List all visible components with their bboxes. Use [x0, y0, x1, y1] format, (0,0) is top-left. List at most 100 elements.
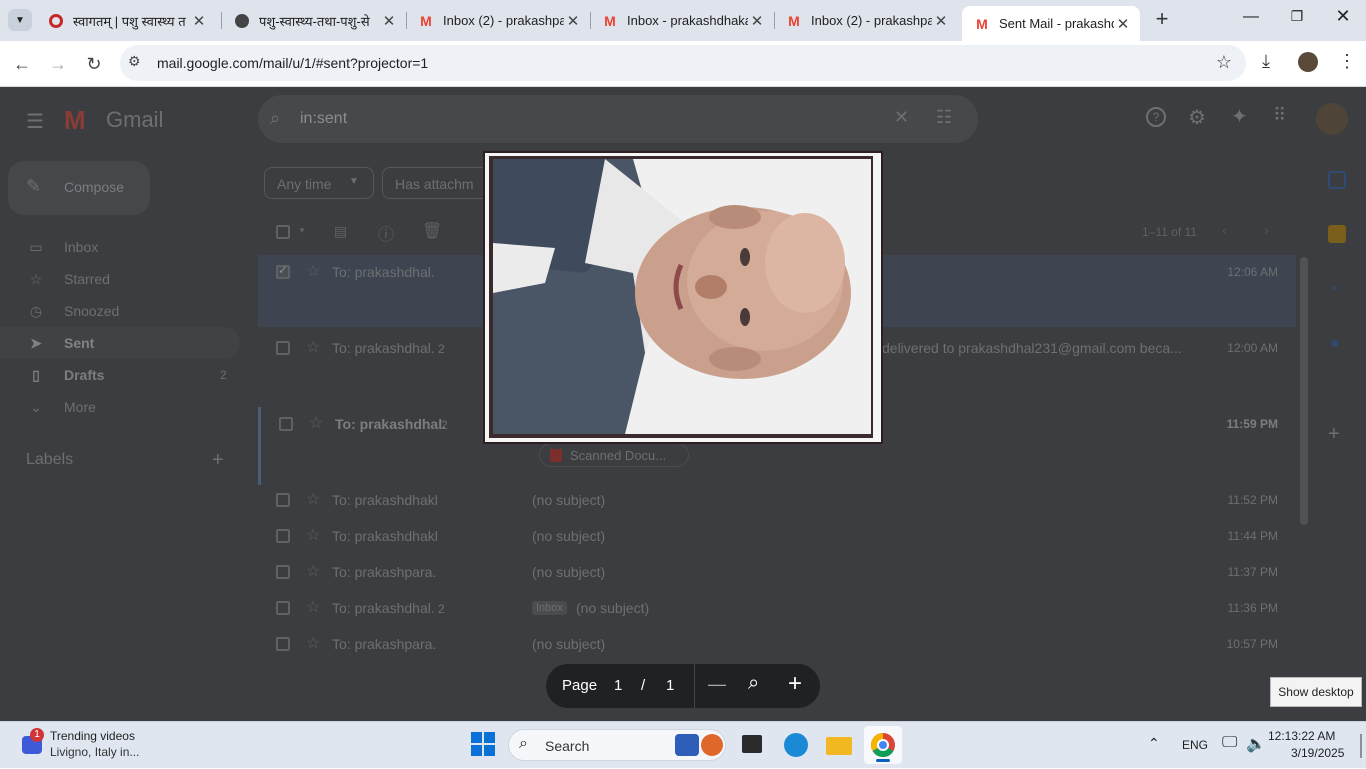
apps-grid-icon[interactable]: ⠿: [1273, 105, 1286, 126]
add-label-icon[interactable]: +: [212, 449, 224, 472]
tab-5[interactable]: M Inbox (2) - prakashpa ✕: [774, 6, 958, 35]
sidebar-item-starred[interactable]: ☆ Starred: [26, 271, 110, 288]
taskbar-search[interactable]: ⌕ Search: [508, 729, 726, 761]
search-input[interactable]: in:sent: [300, 110, 347, 128]
help-icon[interactable]: ?: [1146, 107, 1166, 127]
new-tab-button[interactable]: +: [1150, 8, 1174, 32]
url-text[interactable]: mail.google.com/mail/u/1/#sent?projector…: [157, 55, 428, 71]
row-checkbox[interactable]: [279, 417, 293, 431]
add-addon-icon[interactable]: +: [1328, 423, 1340, 446]
select-all-checkbox[interactable]: [276, 225, 290, 239]
sidebar-item-sent[interactable]: ➤ Sent: [26, 335, 94, 352]
network-icon[interactable]: 🖵: [1222, 734, 1237, 752]
sidebar-item-drafts[interactable]: ▯ Drafts: [26, 367, 104, 384]
row-checkbox[interactable]: [276, 637, 290, 651]
edge-browser-icon[interactable]: [782, 731, 810, 759]
menu-icon[interactable]: ⋮: [1338, 51, 1356, 72]
star-icon[interactable]: ☆: [306, 597, 320, 617]
star-icon[interactable]: ☆: [306, 337, 320, 357]
attachment-preview[interactable]: [483, 151, 883, 444]
tab-6-active[interactable]: M Sent Mail - prakashdh ✕: [962, 6, 1140, 41]
close-icon[interactable]: ✕: [564, 12, 582, 30]
close-window-button[interactable]: ✕: [1328, 6, 1358, 30]
tasks-icon[interactable]: ◔: [1328, 281, 1338, 299]
search-icon[interactable]: ⌕: [270, 108, 280, 129]
delete-icon[interactable]: 🗑: [422, 221, 442, 241]
windows-start-icon[interactable]: [470, 731, 498, 759]
clock-date[interactable]: 3/19/2025: [1291, 746, 1344, 760]
chrome-icon[interactable]: [864, 726, 902, 764]
profile-avatar[interactable]: [1298, 52, 1318, 72]
row-checkbox[interactable]: [276, 341, 290, 355]
reload-button[interactable]: ↻: [80, 50, 108, 78]
site-info-icon[interactable]: ⚙: [128, 53, 141, 70]
row-checkbox[interactable]: [276, 493, 290, 507]
restore-button[interactable]: ❐: [1282, 8, 1312, 32]
minimize-button[interactable]: —: [1236, 8, 1266, 32]
close-icon[interactable]: ✕: [748, 12, 766, 30]
prev-page-icon[interactable]: ‹: [1222, 222, 1227, 238]
star-icon[interactable]: ☆: [306, 525, 320, 545]
volume-icon[interactable]: 🔈: [1246, 734, 1266, 754]
archive-icon[interactable]: ▤: [334, 223, 347, 240]
star-icon[interactable]: ☆: [306, 633, 320, 653]
chevron-up-icon[interactable]: ⌃: [1148, 735, 1160, 752]
keep-icon[interactable]: [1328, 225, 1346, 243]
table-row[interactable]: ☆ To: prakashdhakl (no subject) 11:52 PM: [258, 483, 1296, 519]
page-number-input[interactable]: 1: [614, 677, 622, 694]
sidebar-item-snoozed[interactable]: ◷ Snoozed: [26, 303, 119, 320]
star-icon[interactable]: ☆: [306, 561, 320, 581]
close-icon[interactable]: ✕: [190, 12, 208, 30]
download-icon[interactable]: ⤓: [1262, 51, 1270, 72]
calendar-icon[interactable]: [1328, 171, 1346, 189]
row-checkbox[interactable]: [276, 601, 290, 615]
select-dropdown-icon[interactable]: ▼: [298, 226, 306, 235]
star-icon[interactable]: ☆: [306, 489, 320, 509]
table-row[interactable]: ☆ To: prakashpara. (no subject) 10:57 PM: [258, 627, 1296, 663]
has-attachment-filter[interactable]: Has attachm: [382, 167, 492, 199]
language-indicator[interactable]: ENG: [1182, 738, 1208, 752]
main-menu-icon[interactable]: ☰: [26, 109, 44, 134]
sidebar-item-inbox[interactable]: ▭ Inbox: [26, 239, 98, 256]
show-desktop-button[interactable]: [1360, 734, 1362, 758]
table-row[interactable]: ☆ To: prakashdhakl (no subject) 11:44 PM: [258, 519, 1296, 555]
gemini-sparkle-icon[interactable]: ✦: [1231, 104, 1248, 129]
address-bar[interactable]: ⚙ mail.google.com/mail/u/1/#sent?project…: [120, 45, 1246, 81]
star-icon[interactable]: ☆: [309, 413, 323, 433]
task-view-icon[interactable]: [738, 731, 766, 759]
file-explorer-icon[interactable]: [826, 731, 854, 759]
zoom-out-icon[interactable]: —: [708, 674, 726, 695]
widgets-button[interactable]: 1 Trending videos Livigno, Italy in...: [14, 726, 164, 764]
tab-1[interactable]: स्वागतम् | पशु स्वास्थ्य त ✕: [36, 6, 216, 35]
account-avatar[interactable]: [1316, 103, 1348, 135]
table-row[interactable]: ☆ To: prakashdhal. 2 Inbox (no subject) …: [258, 591, 1296, 627]
close-icon[interactable]: ✕: [932, 12, 950, 30]
table-row[interactable]: ☆ To: prakashpara. (no subject) 11:37 PM: [258, 555, 1296, 591]
bookmark-star-icon[interactable]: ☆: [1216, 52, 1232, 73]
sidebar-item-more[interactable]: ⌄ More: [26, 399, 96, 416]
star-icon[interactable]: ☆: [306, 261, 320, 281]
back-button[interactable]: ←: [8, 50, 36, 78]
zoom-in-icon[interactable]: +: [788, 670, 802, 698]
search-options-icon[interactable]: ☷: [936, 107, 952, 128]
contacts-icon[interactable]: ●: [1330, 335, 1340, 353]
tab-2[interactable]: पशु-स्वास्थ्य-तथा-पशु-से ✕: [222, 6, 406, 35]
row-checkbox[interactable]: [276, 565, 290, 579]
tab-search-button[interactable]: ▼: [8, 9, 32, 31]
report-spam-icon[interactable]: ⓘ: [378, 221, 394, 245]
next-page-icon[interactable]: ›: [1264, 222, 1269, 238]
zoom-reset-icon[interactable]: ⌕: [748, 672, 759, 695]
compose-button[interactable]: ✎ Compose: [8, 161, 150, 215]
close-icon[interactable]: ✕: [380, 12, 398, 30]
search-bar[interactable]: ⌕ in:sent ✕ ☷: [258, 95, 978, 143]
clock-time[interactable]: 12:13:22 AM: [1268, 729, 1335, 743]
scrollbar[interactable]: [1300, 257, 1308, 525]
close-icon[interactable]: ✕: [1114, 15, 1132, 33]
forward-button[interactable]: →: [44, 50, 72, 78]
tab-4[interactable]: M Inbox - prakashdhaka ✕: [590, 6, 774, 35]
attachment-chip[interactable]: Scanned Docu...: [539, 443, 689, 467]
clear-search-icon[interactable]: ✕: [894, 107, 909, 128]
any-time-filter[interactable]: Any time ▼: [264, 167, 374, 199]
row-checkbox[interactable]: [276, 529, 290, 543]
settings-gear-icon[interactable]: ⚙: [1188, 105, 1206, 130]
